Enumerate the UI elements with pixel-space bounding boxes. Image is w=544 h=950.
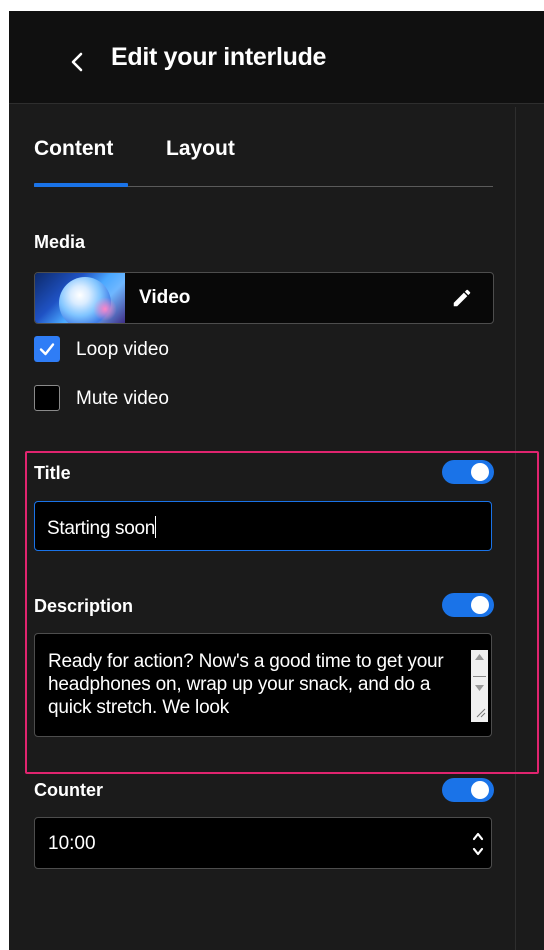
toggle-knob bbox=[471, 596, 489, 614]
active-tab-indicator bbox=[34, 183, 128, 187]
toggle-knob bbox=[471, 781, 489, 799]
counter-value: 10:00 bbox=[48, 833, 96, 854]
panel-divider bbox=[515, 107, 516, 950]
counter-toggle[interactable] bbox=[442, 778, 494, 802]
video-thumbnail bbox=[35, 273, 125, 323]
check-icon bbox=[39, 343, 55, 356]
scroll-down-icon[interactable] bbox=[474, 684, 485, 692]
media-type-label: Video bbox=[139, 287, 191, 308]
loop-video-label: Loop video bbox=[76, 339, 169, 360]
chevron-left-icon bbox=[71, 52, 83, 72]
title-label: Title bbox=[34, 463, 71, 483]
back-button[interactable] bbox=[63, 45, 89, 79]
mute-video-checkbox[interactable] bbox=[34, 385, 60, 411]
description-label: Description bbox=[34, 596, 134, 616]
tab-layout[interactable]: Layout bbox=[166, 137, 235, 161]
thumbnail-glow bbox=[93, 297, 117, 321]
loop-video-checkbox[interactable] bbox=[34, 336, 60, 362]
mute-video-option[interactable]: Mute video bbox=[34, 384, 234, 412]
tab-content[interactable]: Content bbox=[34, 137, 113, 161]
mute-video-label: Mute video bbox=[76, 388, 169, 409]
description-textarea[interactable]: Ready for action? Now's a good time to g… bbox=[34, 633, 492, 737]
counter-input[interactable]: 10:00 bbox=[34, 817, 492, 869]
textarea-scrollbar[interactable] bbox=[471, 650, 488, 722]
edit-media-button[interactable] bbox=[447, 283, 477, 313]
description-text: Ready for action? Now's a good time to g… bbox=[48, 651, 444, 718]
pencil-icon bbox=[453, 289, 471, 307]
scroll-separator bbox=[473, 676, 486, 677]
title-input[interactable]: Starting soon bbox=[34, 501, 492, 551]
edit-interlude-panel: Edit your interlude Content Layout Media… bbox=[9, 11, 544, 950]
scroll-up-icon[interactable] bbox=[474, 653, 485, 661]
resize-grip-icon[interactable] bbox=[475, 706, 486, 718]
page-margin bbox=[0, 0, 9, 950]
counter-label: Counter bbox=[34, 780, 103, 800]
media-selector[interactable]: Video bbox=[34, 272, 494, 324]
media-label: Media bbox=[34, 232, 86, 252]
loop-video-option[interactable]: Loop video bbox=[34, 335, 234, 363]
title-toggle[interactable] bbox=[442, 460, 494, 484]
toggle-knob bbox=[471, 463, 489, 481]
title-input-value: Starting soon bbox=[47, 518, 156, 539]
description-toggle[interactable] bbox=[442, 593, 494, 617]
text-caret bbox=[155, 516, 157, 538]
up-down-chevron-icon[interactable] bbox=[471, 828, 485, 860]
panel-header: Edit your interlude bbox=[9, 11, 544, 104]
page-title: Edit your interlude bbox=[111, 43, 327, 71]
